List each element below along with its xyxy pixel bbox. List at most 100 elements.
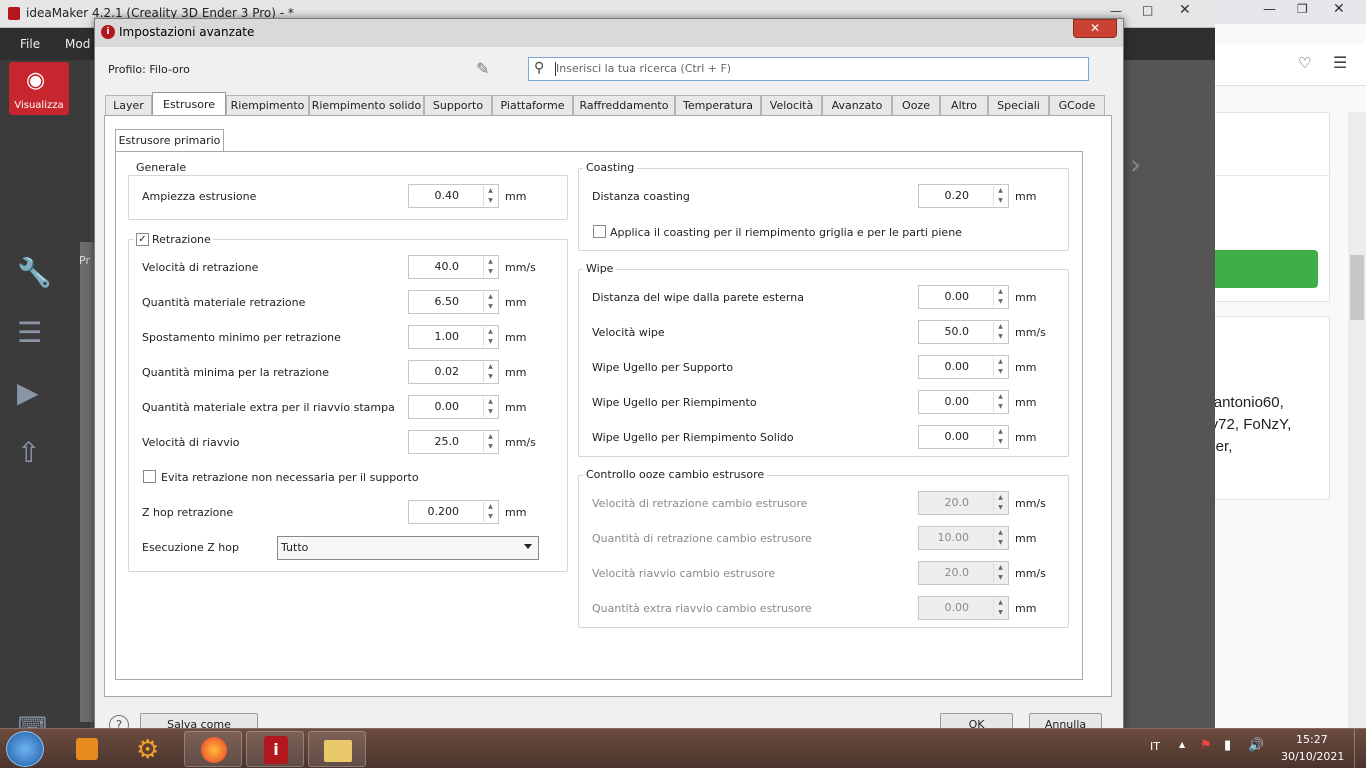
taskbar-firefox[interactable] xyxy=(184,731,242,767)
spinbox-retraction-speed[interactable]: 40.0 ▲ ▼ xyxy=(408,255,499,279)
tab-riempimento-solido[interactable]: Riempimento solido xyxy=(309,95,424,116)
row-label: Z hop retrazione xyxy=(142,506,234,519)
upload-icon[interactable]: ⇧ xyxy=(17,436,40,469)
taskbar-explorer[interactable] xyxy=(308,731,366,767)
spinbox-coasting-distance[interactable]: 0.20 ▲ ▼ xyxy=(918,184,1009,208)
spinbox-extrusion-width[interactable]: 0.40 ▲ ▼ xyxy=(408,184,499,208)
tab-piattaforme[interactable]: Piattaforme xyxy=(492,95,573,116)
spinbox-min-extrusion[interactable]: 0.02 ▲ ▼ xyxy=(408,360,499,384)
spin-up-icon: ▲ xyxy=(998,393,1003,400)
spin-up-icon: ▲ xyxy=(998,564,1003,571)
tab-estrusore[interactable]: Estrusore xyxy=(152,92,226,117)
spinbox-retraction-amount[interactable]: 6.50 ▲ ▼ xyxy=(408,290,499,314)
apply-coasting-checkbox[interactable] xyxy=(593,225,606,238)
spin-up-icon: ▲ xyxy=(488,258,493,265)
row-label: Distanza del wipe dalla parete esterna xyxy=(592,291,804,304)
network-icon[interactable]: ▮ xyxy=(1224,738,1231,753)
tab-altro[interactable]: Altro xyxy=(940,95,988,116)
search-input[interactable]: ⚲ Inserisci la tua ricerca (Ctrl + F) xyxy=(528,57,1089,81)
unit: mm xyxy=(1015,532,1037,545)
menu-file[interactable]: File xyxy=(20,37,40,51)
spinbox-wipe-infill[interactable]: 0.00 ▲ ▼ xyxy=(918,390,1009,414)
start-button[interactable] xyxy=(6,731,44,767)
volume-icon[interactable]: 🔊 xyxy=(1248,738,1264,753)
security-icon[interactable]: ⚑ xyxy=(1200,738,1212,753)
restore-icon[interactable]: ❐ xyxy=(1297,2,1308,16)
taskbar-settings[interactable]: ⚙ xyxy=(121,731,179,767)
menu-icon[interactable]: ☰ xyxy=(1333,53,1347,72)
spin-up-icon: ▲ xyxy=(998,187,1003,194)
spinbox-restart-speed[interactable]: 25.0 ▲ ▼ xyxy=(408,430,499,454)
pocket-icon[interactable]: ♡ xyxy=(1298,54,1311,72)
app-logo-icon: i xyxy=(101,25,115,39)
spin-down-icon: ▼ xyxy=(488,303,493,310)
unit: mm xyxy=(505,190,527,203)
tab-layer[interactable]: Layer xyxy=(105,95,152,116)
spinbox-wipe-support[interactable]: 0.00 ▲ ▼ xyxy=(918,355,1009,379)
menu-mod[interactable]: Mod xyxy=(65,37,90,51)
unit: mm xyxy=(505,401,527,414)
app-close-icon[interactable]: ✕ xyxy=(1179,2,1191,18)
browser-green-button[interactable] xyxy=(1205,250,1318,288)
browser-toolbar: ♡ ☰ xyxy=(1205,44,1366,86)
clock-date[interactable]: 30/10/2021 xyxy=(1281,750,1344,763)
unit: mm xyxy=(1015,431,1037,444)
spinbox-zhop[interactable]: 0.200 ▲ ▼ xyxy=(408,500,499,524)
close-icon[interactable]: ✕ xyxy=(1333,1,1345,17)
chevron-down-icon xyxy=(524,544,532,549)
taskbar-ideamaker[interactable]: i xyxy=(246,731,304,767)
pencil-icon[interactable]: ✎ xyxy=(476,59,489,78)
tray-expand-icon[interactable]: ▲ xyxy=(1179,740,1185,749)
retraction-checkbox[interactable]: ✓ xyxy=(136,233,149,246)
taskbar-media-player[interactable] xyxy=(58,731,116,767)
dialog-close-button[interactable]: ✕ xyxy=(1073,19,1117,38)
tab-avanzato[interactable]: Avanzato xyxy=(822,95,892,116)
spin-up-icon: ▲ xyxy=(998,288,1003,295)
minimize-icon[interactable]: — xyxy=(1263,2,1276,17)
unit: mm xyxy=(1015,190,1037,203)
tab-speciali[interactable]: Speciali xyxy=(988,95,1049,116)
spin-down-icon: ▼ xyxy=(998,333,1003,340)
spin-down-icon: ▼ xyxy=(488,373,493,380)
spinbox-wipe-speed[interactable]: 50.0 ▲ ▼ xyxy=(918,320,1009,344)
group-title: Retrazione xyxy=(152,233,211,246)
eye-icon: ◉ xyxy=(26,68,46,93)
zhop-exec-select[interactable]: Tutto xyxy=(277,536,539,560)
row-label: Velocità di riavvio xyxy=(142,436,240,449)
visualize-button[interactable]: ◉ Visualizza xyxy=(9,62,69,115)
tab-gcode[interactable]: GCode xyxy=(1049,95,1105,116)
wrench-icon[interactable]: 🔧 xyxy=(17,256,52,289)
group-title: Controllo ooze cambio estrusore xyxy=(583,468,768,481)
folder-icon xyxy=(324,740,352,762)
spinbox-wipe-solid-infill[interactable]: 0.00 ▲ ▼ xyxy=(918,425,1009,449)
row-label: Quantità minima per la retrazione xyxy=(142,366,329,379)
tab-temperatura[interactable]: Temperatura xyxy=(675,95,761,116)
tab-ooze[interactable]: Ooze xyxy=(892,95,940,116)
play-icon[interactable]: ▶ xyxy=(17,376,39,409)
spin-up-icon: ▲ xyxy=(998,494,1003,501)
browser-scroll-thumb[interactable] xyxy=(1350,255,1364,320)
unit: mm xyxy=(505,296,527,309)
app-minimize-icon[interactable]: — xyxy=(1110,4,1122,18)
row-label: Wipe Ugello per Riempimento xyxy=(592,396,757,409)
tab-riempimento[interactable]: Riempimento xyxy=(226,95,309,116)
tab-raffreddamento[interactable]: Raffreddamento xyxy=(573,95,675,116)
clock-time[interactable]: 15:27 xyxy=(1296,733,1328,746)
tab-velocita[interactable]: Velocità xyxy=(761,95,822,116)
show-desktop-button[interactable] xyxy=(1354,729,1366,768)
row-label: Wipe Ugello per Supporto xyxy=(592,361,734,374)
avoid-retraction-checkbox[interactable] xyxy=(143,470,156,483)
spinbox-min-travel[interactable]: 1.00 ▲ ▼ xyxy=(408,325,499,349)
language-indicator[interactable]: IT xyxy=(1150,740,1160,753)
app-maximize-icon[interactable]: □ xyxy=(1142,3,1153,17)
spin-up-icon: ▲ xyxy=(488,433,493,440)
tab-supporto[interactable]: Supporto xyxy=(424,95,492,116)
subtab-primary-extruder[interactable]: Estrusore primario xyxy=(115,129,224,152)
browser-scrollbar[interactable] xyxy=(1348,112,1366,728)
list-icon[interactable]: ☰ xyxy=(17,316,42,349)
spin-up-icon: ▲ xyxy=(998,428,1003,435)
spinbox-extra-restart[interactable]: 0.00 ▲ ▼ xyxy=(408,395,499,419)
spin-down-icon: ▼ xyxy=(998,298,1003,305)
spinbox-wipe-distance[interactable]: 0.00 ▲ ▼ xyxy=(918,285,1009,309)
chevron-right-icon[interactable]: › xyxy=(1130,148,1141,181)
